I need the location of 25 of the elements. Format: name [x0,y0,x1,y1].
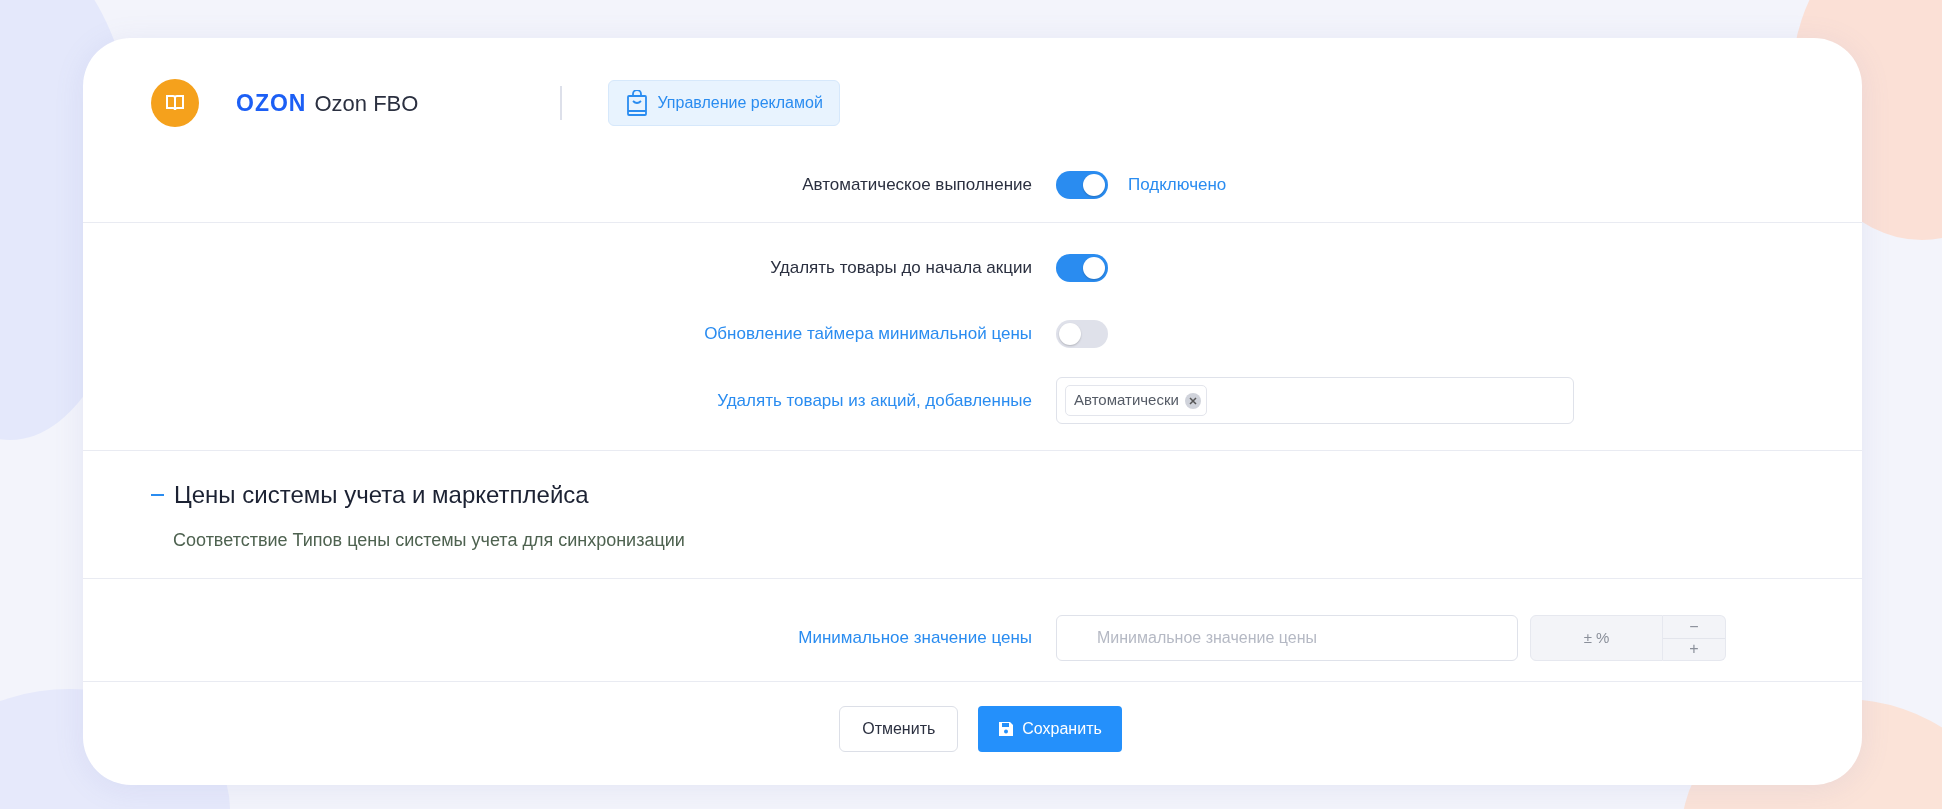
book-logo-icon [151,79,199,127]
toggle-switch[interactable] [1056,320,1108,348]
setting-label: Удалять товары до начала акции [769,257,1032,280]
decrement-button[interactable]: − [1663,616,1725,638]
setting-link[interactable]: Обновление таймера минимальной цены [83,321,1032,347]
section-subtitle: Соответствие Типов цены системы учета для синхронизации [173,529,686,552]
shopping-bag-icon [627,90,648,116]
cancel-button[interactable]: Отменить [839,706,959,752]
min-price-input[interactable]: Минимальное значение цены [1056,615,1518,661]
save-button[interactable]: Сохранить [978,706,1122,752]
percent-addon: ± % [1530,615,1663,661]
multiselect-field[interactable]: Автоматически [1056,377,1574,424]
toggle-switch[interactable] [1056,171,1108,199]
status-text: Подключено [1128,174,1227,197]
increment-button[interactable]: + [1663,637,1725,660]
remove-tag-icon[interactable] [1184,392,1201,409]
brand-logo: OZON [236,88,307,118]
setting-label: Автоматическое выполнение [801,174,1032,197]
ad-management-button[interactable]: Управление рекламой [608,80,840,126]
section-title: Цены системы учета и маркетплейса [174,480,589,510]
app-title: Ozon FBO [314,89,419,118]
setting-link[interactable]: Удалять товары из акций, добавленные [83,387,1032,414]
toggle-switch[interactable] [1056,254,1108,282]
tag-text: Автоматически [1074,390,1179,411]
setting-link[interactable]: Минимальное значение цены [83,625,1032,651]
